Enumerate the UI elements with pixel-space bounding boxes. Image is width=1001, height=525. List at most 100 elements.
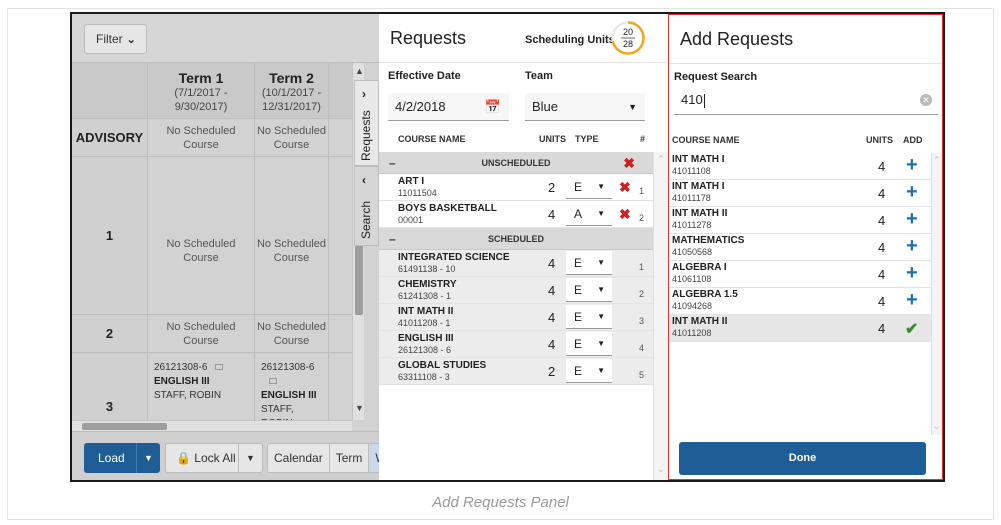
results-scrollbar[interactable]: ⌃ ⌄ [931,153,942,435]
team-select[interactable]: Blue ▼ [525,93,645,121]
period-2-term-3-cell[interactable] [329,315,352,353]
delete-icon[interactable]: ✖ [619,206,631,223]
row-number: 3 [639,316,645,326]
course-name: ART I [398,176,425,187]
add-icon[interactable]: + [906,262,918,285]
calendar-view-button[interactable]: Calendar [268,444,330,472]
type-select[interactable]: E ▼ [566,305,612,329]
scrollbar-thumb[interactable] [82,423,167,430]
collapse-icon[interactable]: – [389,228,396,250]
lock-icon[interactable] [215,364,224,370]
filter-button[interactable]: Filter ⌄ [84,24,147,54]
effective-date-label: Effective Date [388,70,461,82]
scroll-up-icon[interactable]: ⌃ [933,155,941,166]
no-course-label: No Scheduled [166,125,236,137]
schedule-toolbar: Load ▼ 🔒 Lock All ▼ Calendar Term Wa [72,431,401,480]
lock-icon[interactable] [269,378,277,384]
list-item[interactable]: INT MATH I 41011178 4 + [669,180,931,207]
col-type: TYPE [575,134,599,144]
list-item[interactable]: ART I 11011504 2 E ▼ ✖ 1 [379,174,653,201]
add-icon[interactable]: + [906,181,918,204]
tab-search[interactable]: ‹ Search [354,166,379,246]
course-units: 4 [878,321,886,336]
course-units: 4 [878,267,886,282]
requests-title: Requests [390,28,467,48]
period-advisory: ADVISORY [72,119,148,157]
list-item[interactable]: MATHEMATICS 41050568 4 + [669,234,931,261]
caret-down-icon[interactable]: ▼ [136,443,160,473]
type-select[interactable]: E ▼ [566,359,612,383]
collapse-icon[interactable]: – [389,152,396,174]
period-3-term-2-section[interactable]: 26121308-6 ENGLISH III STAFF, ROBIN [255,353,329,420]
calendar-icon[interactable]: 📅 [485,93,501,121]
lock-all-button[interactable]: 🔒 Lock All ▼ [165,443,263,473]
delete-all-icon[interactable]: ✖ [623,152,635,174]
type-value: E [574,337,583,351]
list-item[interactable]: INTEGRATED SCIENCE 61491138 - 10 4 E ▼ 1 [379,250,653,277]
course-code: 61241308 - 1 [398,291,452,301]
row-number: 5 [639,370,645,380]
scheduled-section-header[interactable]: – SCHEDULED [379,228,653,250]
section-teacher: STAFF, ROBIN [154,390,222,401]
scroll-down-icon[interactable]: ⌄ [657,464,665,475]
type-value: E [574,364,583,378]
tab-requests-label: Requests [359,110,373,161]
list-item[interactable]: GLOBAL STUDIES 63311108 - 3 2 E ▼ 5 [379,358,653,385]
schedule-horizontal-scrollbar[interactable] [72,420,352,431]
done-button[interactable]: Done [679,442,926,475]
caret-down-icon[interactable]: ▼ [238,444,262,472]
period-3-term-3-cell[interactable] [329,353,352,420]
filter-label: Filter [96,32,123,46]
requests-scrollbar[interactable]: ⌃ ⌄ [653,152,668,480]
add-icon[interactable]: + [906,235,918,258]
clear-icon[interactable]: ✕ [920,94,932,106]
advisory-term-1-cell[interactable]: No Scheduled Course [148,119,255,157]
period-3-term-1-section[interactable]: 26121308-6 ENGLISH III STAFF, ROBIN [148,353,255,420]
add-icon[interactable]: + [906,289,918,312]
unscheduled-section-header[interactable]: – UNSCHEDULED ✖ [379,152,653,174]
course-code: 41011178 [672,193,711,203]
scroll-up-icon[interactable]: ⌃ [657,154,665,165]
period-1-term-1-cell[interactable]: No Scheduled Course [148,157,255,315]
type-select[interactable]: E ▼ [566,251,612,275]
type-select[interactable]: E ▼ [566,175,612,199]
period-1-term-2-cell[interactable]: No Scheduled Course [255,157,329,315]
list-item[interactable]: INT MATH II 41011208 - 1 4 E ▼ 3 [379,304,653,331]
row-number: 2 [639,213,645,223]
course-code: 41050568 [672,247,713,257]
list-item[interactable]: INT MATH II 41011278 4 + [669,207,931,234]
type-value: E [574,256,583,270]
effective-date-field[interactable]: 4/2/2018 📅 [388,93,509,121]
tab-requests[interactable]: › Requests [354,80,379,166]
list-item[interactable]: ALGEBRA I 41061108 4 + [669,261,931,288]
period-1-term-3-cell[interactable] [329,157,352,315]
list-item[interactable]: INT MATH II 41011208 4 ✔ [669,315,931,342]
course-name: BOYS BASKETBALL [398,203,497,214]
course-units: 4 [548,283,556,298]
add-icon[interactable]: + [906,208,918,231]
type-select[interactable]: E ▼ [566,278,612,302]
section-code: 26121308-6 [154,362,208,373]
advisory-term-2-cell[interactable]: No Scheduled Course [255,119,329,157]
period-2-term-1-cell[interactable]: No Scheduled Course [148,315,255,353]
request-search-input[interactable]: 410 ✕ [674,85,938,115]
scroll-down-icon[interactable]: ⌄ [933,421,941,432]
term-2-dates: (10/1/2017 - [261,87,322,99]
scheduling-units-gauge: 20 28 [611,21,645,55]
list-item[interactable]: ENGLISH III 26121308 - 6 4 E ▼ 4 [379,331,653,358]
course-code: 61491138 - 10 [398,264,456,274]
course-name: ENGLISH III [398,333,454,344]
list-item[interactable]: CHEMISTRY 61241308 - 1 4 E ▼ 2 [379,277,653,304]
advisory-term-3-cell[interactable] [329,119,352,157]
type-select[interactable]: A ▼ [566,202,612,226]
list-item[interactable]: BOYS BASKETBALL 00001 4 A ▼ ✖ 2 [379,201,653,228]
grid-corner [72,63,148,119]
period-2-term-2-cell[interactable]: No Scheduled Course [255,315,329,353]
schedule-grid: Term 1 (7/1/2017 - 9/30/2017) Term 2 (10… [72,63,352,420]
list-item[interactable]: INT MATH I 41011108 4 + [669,153,931,180]
type-select[interactable]: E ▼ [566,332,612,356]
list-item[interactable]: ALGEBRA 1.5 41094268 4 + [669,288,931,315]
load-button[interactable]: Load ▼ [84,443,160,473]
delete-icon[interactable]: ✖ [619,179,631,196]
add-icon[interactable]: + [906,154,918,177]
